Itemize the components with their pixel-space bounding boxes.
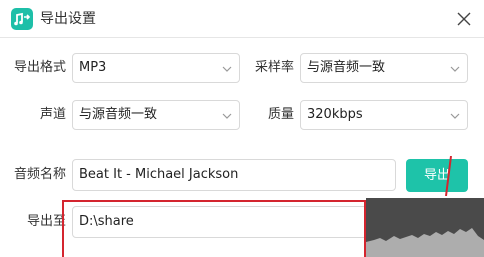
audio-name-input[interactable]: Beat It - Michael Jackson [72, 159, 396, 191]
channel-label: 声道 [39, 107, 66, 122]
chevron-down-icon [222, 113, 232, 119]
chevron-down-icon [450, 113, 460, 119]
format-select[interactable]: MP3 [72, 53, 240, 83]
title-bar: 导出设置 [0, 0, 484, 38]
music-export-icon [11, 8, 33, 30]
format-value: MP3 [79, 60, 107, 75]
audio-name-value: Beat It - Michael Jackson [79, 167, 239, 182]
channel-value: 与源音频一致 [79, 107, 158, 122]
close-button[interactable] [454, 9, 474, 29]
format-label: 导出格式 [14, 60, 67, 75]
highlight-box [62, 200, 366, 257]
export-button[interactable]: 导出 [406, 159, 468, 192]
quality-value: 320kbps [307, 107, 363, 122]
sample-rate-label: 采样率 [254, 60, 294, 75]
export-settings-dialog: 导出设置 导出格式 MP3 采样率 与源音频一致 声道 与源音频一致 质量 32… [0, 0, 484, 257]
obscured-region [366, 198, 484, 257]
dialog-title: 导出设置 [40, 11, 96, 27]
quality-label: 质量 [267, 107, 294, 122]
highlight-stroke [445, 156, 452, 196]
title-divider [0, 37, 484, 38]
quality-select[interactable]: 320kbps [300, 100, 468, 130]
chevron-down-icon [222, 66, 232, 72]
export-to-label: 导出至 [26, 214, 66, 229]
close-icon [457, 12, 471, 26]
waveform-shape [366, 228, 484, 257]
sample-rate-select[interactable]: 与源音频一致 [300, 53, 468, 83]
channel-select[interactable]: 与源音频一致 [72, 100, 240, 130]
sample-rate-value: 与源音频一致 [307, 60, 386, 75]
audio-name-label: 音频名称 [13, 167, 66, 182]
chevron-down-icon [450, 66, 460, 72]
